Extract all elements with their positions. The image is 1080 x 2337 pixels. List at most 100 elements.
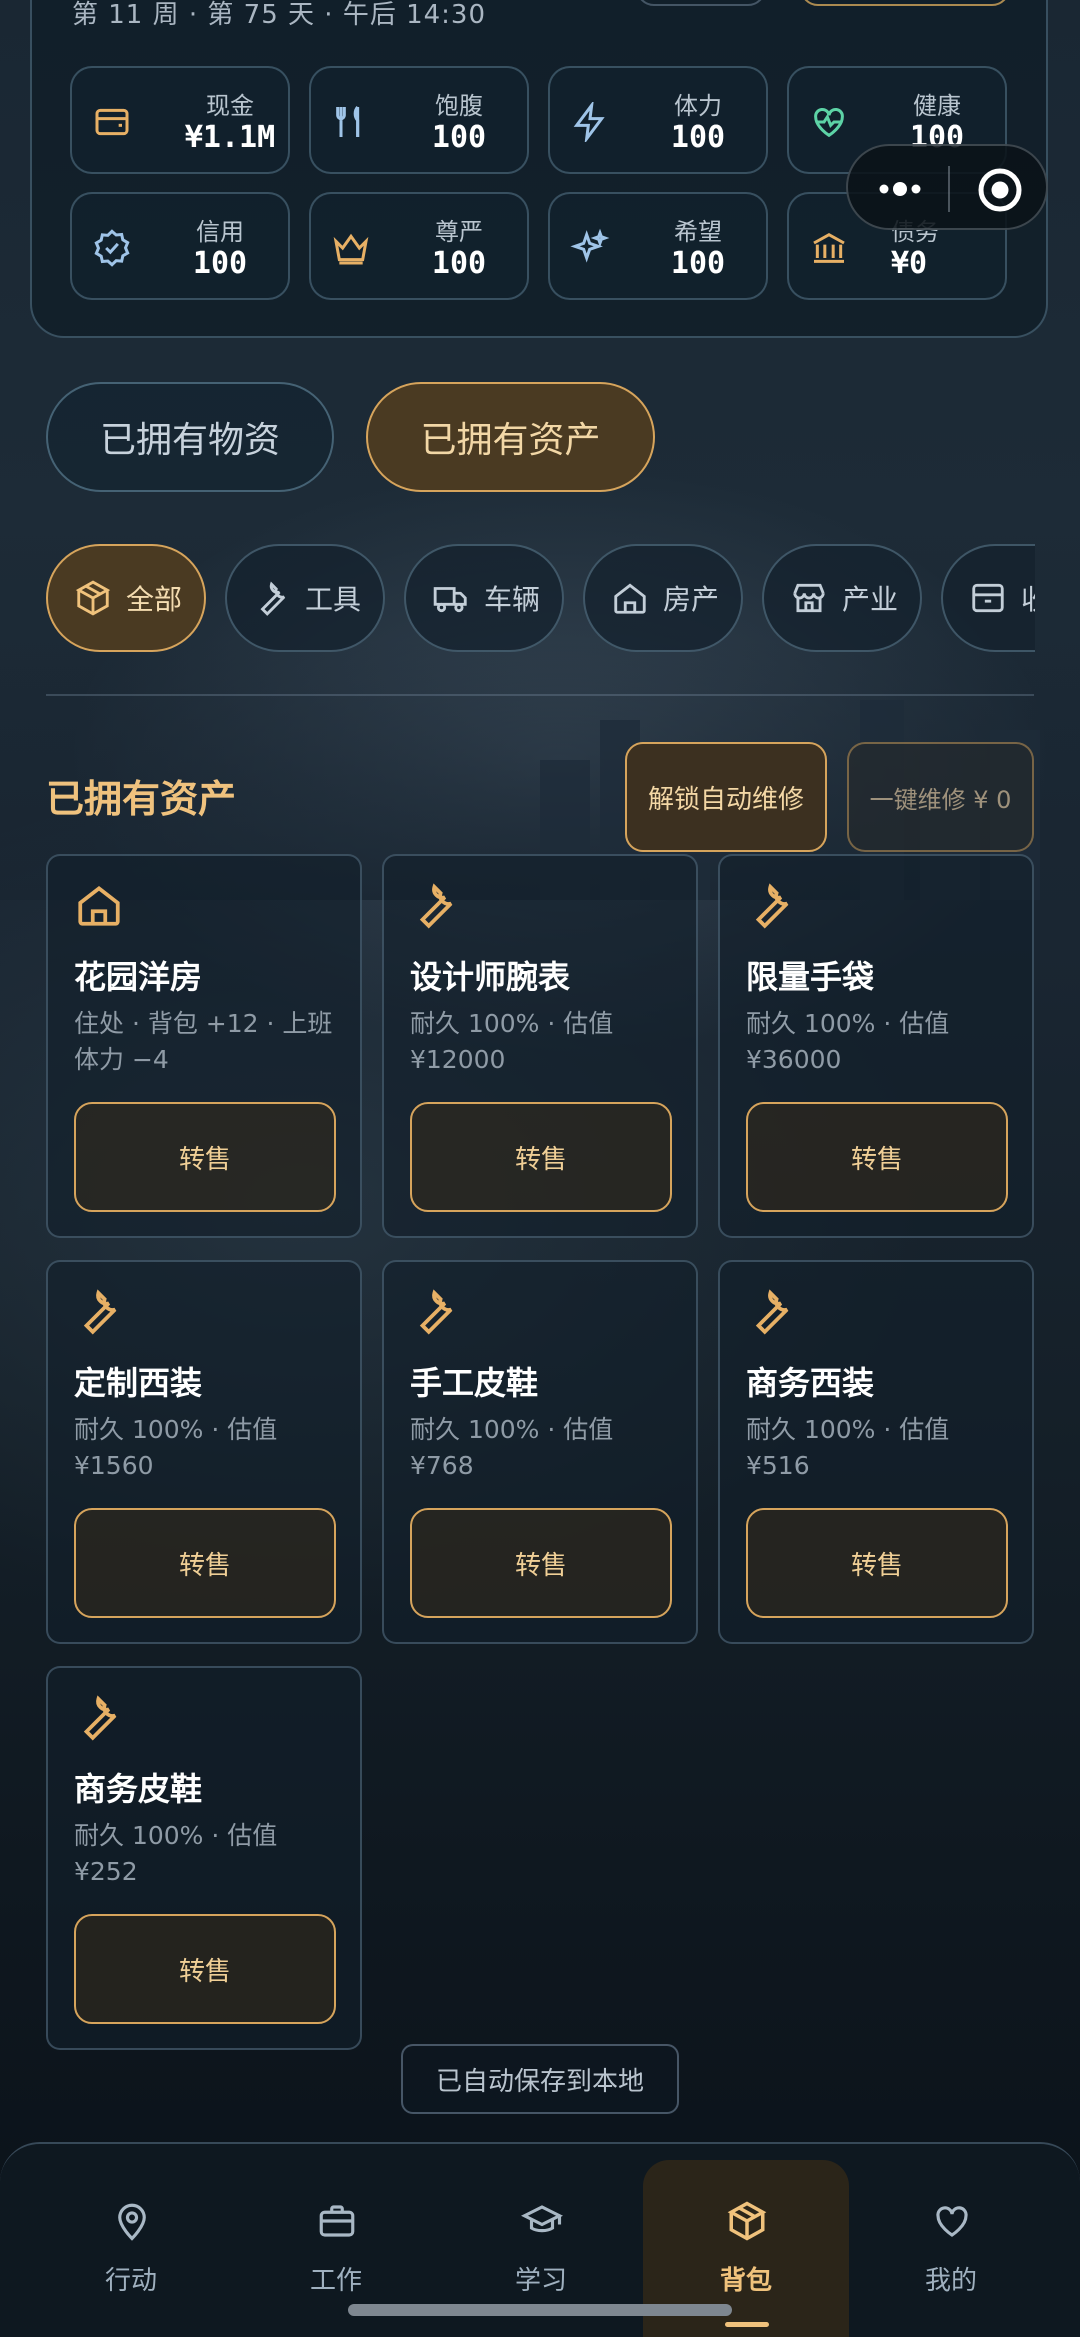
nav-label: 行动 xyxy=(104,2266,157,2296)
house-icon xyxy=(78,885,120,926)
resell-button[interactable]: 转售 xyxy=(410,1102,672,1212)
briefcase-icon xyxy=(319,2205,355,2237)
nav-label: 我的 xyxy=(924,2266,977,2296)
nav-label: 背包 xyxy=(719,2266,772,2296)
asset-name: 花园洋房 xyxy=(74,958,203,996)
asset-card[interactable]: 设计师腕表 耐久 100% · 估值 ¥12000 转售 xyxy=(382,854,698,1238)
archive-icon xyxy=(972,583,1004,613)
resell-button[interactable]: 转售 xyxy=(746,1508,1008,1618)
asset-description: 耐久 100% · 估值 ¥516 xyxy=(746,1415,950,1480)
stat-label: 信用 xyxy=(196,218,244,246)
bolt-icon xyxy=(573,102,605,142)
crown-icon xyxy=(333,233,369,265)
box-icon xyxy=(75,580,111,616)
utensils-icon xyxy=(336,105,360,137)
divider xyxy=(46,694,1034,696)
map-pin-icon xyxy=(118,2203,146,2241)
resell-button[interactable]: 转售 xyxy=(410,1508,672,1618)
wrench-icon xyxy=(755,883,789,929)
unlock-auto-repair-button[interactable]: 解锁自动维修 xyxy=(625,742,827,852)
nav-action[interactable]: 行动 xyxy=(28,2160,234,2337)
chip-label: 车辆 xyxy=(484,583,541,616)
stat-label: 希望 xyxy=(674,218,722,246)
heart-icon xyxy=(936,2206,968,2237)
stat-value: 100 xyxy=(431,246,487,281)
section-title: 已拥有资产 xyxy=(46,777,237,821)
wrench-icon xyxy=(83,1695,117,1741)
game-time-subtitle: 第 11 周 · 第 75 天 · 午后 14:30 xyxy=(72,0,487,30)
resell-button[interactable]: 转售 xyxy=(746,1102,1008,1212)
stat-dignity: 尊严 100 xyxy=(309,192,529,300)
tab-owned-assets[interactable]: 已拥有资产 xyxy=(366,382,655,492)
asset-card[interactable]: 定制西装耐久 100% · 估值 ¥1560 转售 xyxy=(46,1260,362,1644)
stat-value: 100 xyxy=(670,120,726,155)
tab-owned-items[interactable]: 已拥有物资 xyxy=(46,382,334,492)
chip-tools[interactable]: 工具 xyxy=(225,544,385,652)
heart-pulse-icon xyxy=(814,108,844,138)
chip-industry[interactable]: 产业 xyxy=(762,544,922,652)
asset-description: 耐久 100% · 估值 ¥36000 xyxy=(746,1009,950,1074)
wrench-icon xyxy=(260,581,286,616)
chip-vehicles[interactable]: 车辆 xyxy=(404,544,564,652)
stat-stamina: 体力 100 xyxy=(548,66,768,174)
stat-label: 健康 xyxy=(913,92,961,120)
stat-label: 饱腹 xyxy=(435,92,483,120)
stat-satiety: 饱腹 100 xyxy=(309,66,529,174)
asset-name: 商务皮鞋 xyxy=(74,1770,203,1808)
stat-label: 体力 xyxy=(674,92,722,120)
sparkles-icon xyxy=(570,228,610,263)
stat-label: 尊严 xyxy=(435,218,483,246)
stat-label: 现金 xyxy=(206,92,254,120)
truck-icon xyxy=(433,587,467,613)
asset-description: 耐久 100% · 估值 ¥768 xyxy=(410,1415,614,1480)
active-indicator xyxy=(725,2322,769,2327)
asset-card[interactable]: 限量手袋 耐久 100% · 估值 ¥36000 转售 xyxy=(718,854,1034,1238)
autosave-status: 已自动保存到本地 xyxy=(401,2044,679,2114)
miniprogram-capsule xyxy=(846,144,1048,230)
asset-name: 定制西装 xyxy=(74,1364,203,1402)
more-icon[interactable] xyxy=(874,170,926,208)
stat-hope: 希望 100 xyxy=(548,192,768,300)
store-icon xyxy=(793,583,825,613)
graduation-cap-icon xyxy=(521,2205,563,2233)
home-indicator[interactable] xyxy=(348,2304,732,2316)
asset-description: 耐久 100% · 估值 ¥1560 xyxy=(74,1415,278,1480)
chip-collection[interactable]: 收 xyxy=(941,544,1035,652)
nav-label: 学习 xyxy=(514,2266,567,2296)
resell-button[interactable]: 转售 xyxy=(74,1102,336,1212)
house-icon xyxy=(614,583,646,614)
asset-description: 住处 · 背包 +12 · 上班体力 −4 xyxy=(74,1009,333,1074)
stat-value: ¥1.1M xyxy=(184,120,276,155)
wrench-icon xyxy=(755,1289,789,1335)
repair-all-button[interactable]: 一键维修 ¥ 0 xyxy=(847,742,1034,852)
resell-button[interactable]: 转售 xyxy=(74,1914,336,2024)
asset-card[interactable]: 商务西装 耐久 100% · 估值 ¥516 转售 xyxy=(718,1260,1034,1644)
header-accent-button[interactable] xyxy=(800,0,1010,6)
asset-card[interactable]: 商务皮鞋耐久 100% · 估值 ¥252 转售 xyxy=(46,1666,362,2050)
stat-value: ¥0 xyxy=(891,246,928,281)
chip-label: 收 xyxy=(1021,578,1035,618)
category-scroller[interactable]: 全部 工具 车辆 房产 产业 收 xyxy=(0,530,1035,670)
box-icon xyxy=(727,2201,767,2241)
chip-label: 产业 xyxy=(842,583,899,616)
asset-description: 耐久 100% · 估值 ¥252 xyxy=(74,1821,278,1886)
stat-value: 100 xyxy=(192,246,248,281)
close-target-icon[interactable] xyxy=(976,166,1024,214)
badge-check-icon xyxy=(94,229,130,267)
wrench-icon xyxy=(83,1289,117,1335)
stat-cash: 现金 ¥1.1M xyxy=(70,66,290,174)
chip-all[interactable]: 全部 xyxy=(46,544,206,652)
header-pill-button[interactable] xyxy=(636,0,766,6)
chip-label: 全部 xyxy=(126,583,183,616)
nav-profile[interactable]: 我的 xyxy=(848,2160,1054,2337)
nav-label: 工作 xyxy=(309,2266,362,2296)
chip-label: 房产 xyxy=(663,583,720,616)
stat-value: 100 xyxy=(431,120,487,155)
bank-icon xyxy=(813,232,845,263)
chip-property[interactable]: 房产 xyxy=(583,544,743,652)
asset-card[interactable]: 手工皮鞋耐久 100% · 估值 ¥768 转售 xyxy=(382,1260,698,1644)
wrench-icon xyxy=(419,883,453,929)
resell-button[interactable]: 转售 xyxy=(74,1508,336,1618)
asset-card[interactable]: 花园洋房住处 · 背包 +12 · 上班体力 −4 转售 xyxy=(46,854,362,1238)
asset-name: 手工皮鞋 xyxy=(410,1364,539,1402)
